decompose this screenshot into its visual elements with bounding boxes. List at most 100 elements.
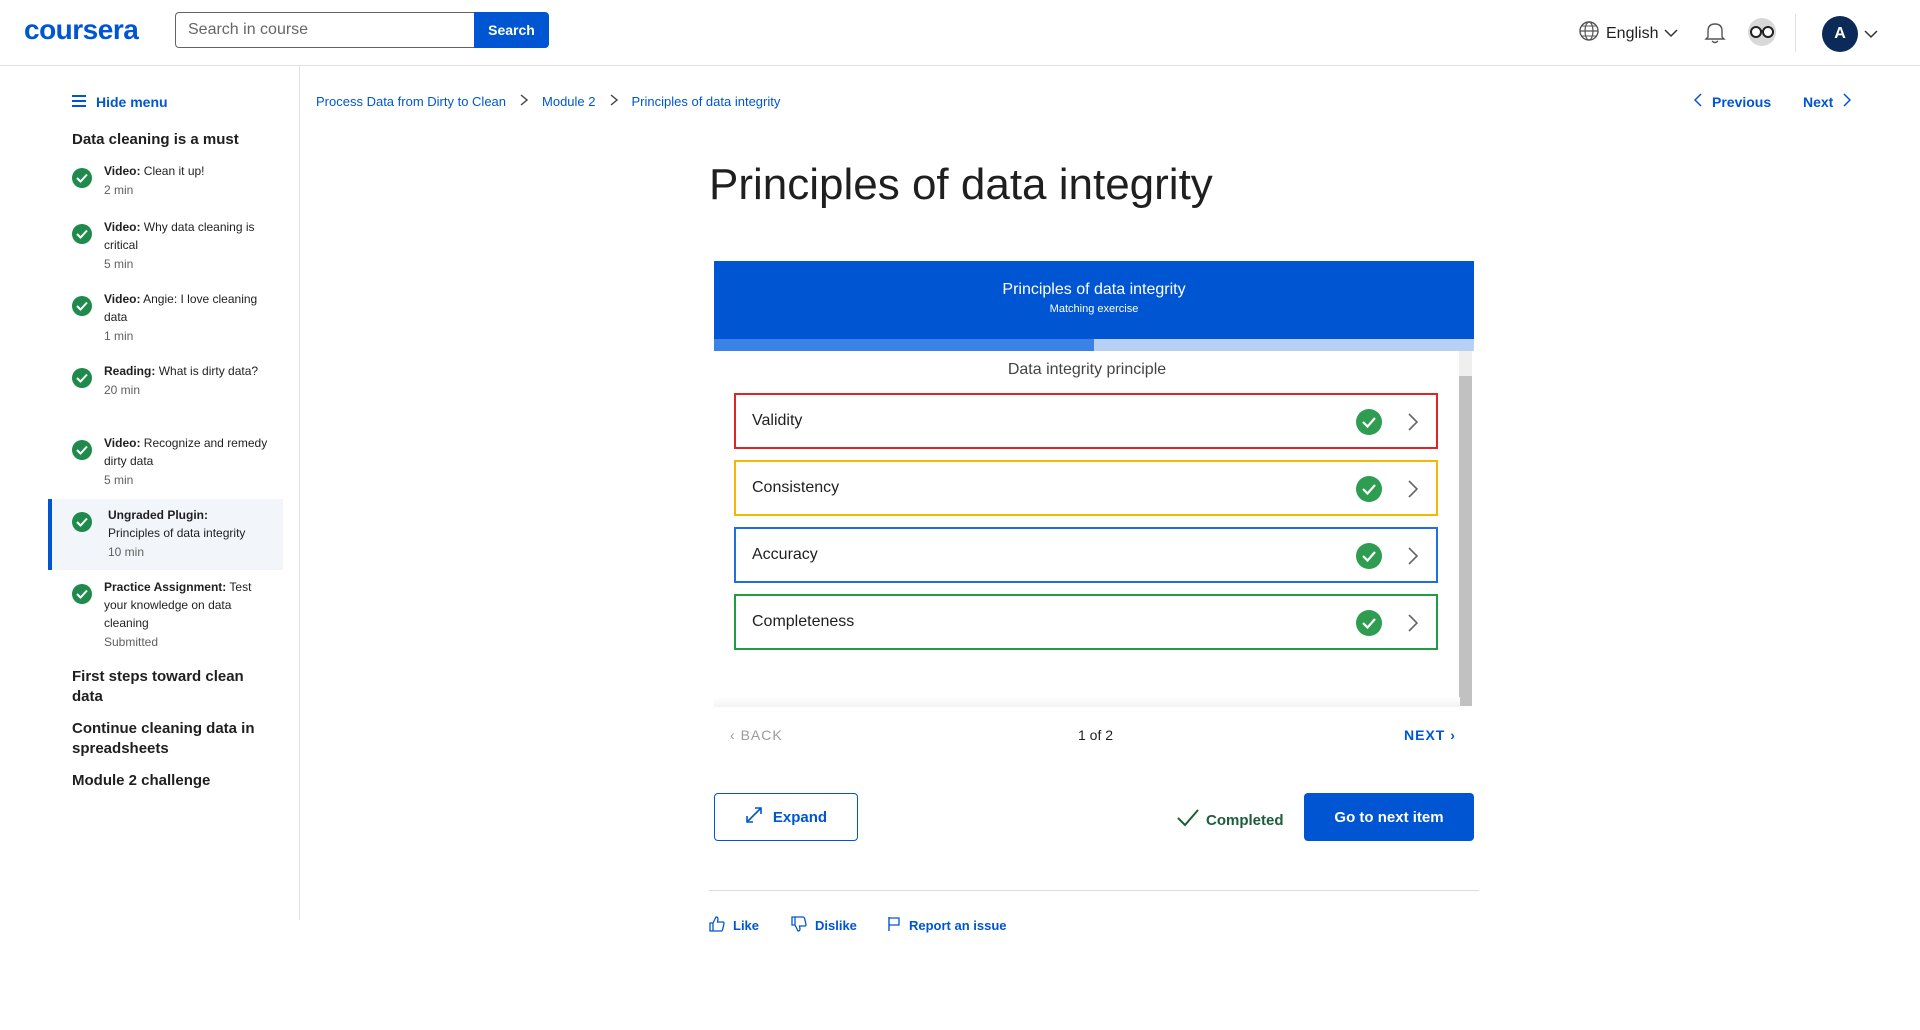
flag-icon [887,916,901,935]
language-selector[interactable]: English [1578,20,1679,47]
search-button[interactable]: Search [474,12,549,48]
check-circle-icon [1356,409,1382,440]
module-section-challenge[interactable]: Module 2 challenge [72,771,272,791]
chevron-right-icon [1408,413,1419,436]
go-to-next-item-button[interactable]: Go to next item [1304,793,1474,841]
item-status: Submitted [104,635,159,649]
chevron-down-icon [1664,25,1679,43]
breadcrumb: Process Data from Dirty to Clean Module … [316,94,780,109]
match-row-consistency[interactable]: Consistency [734,460,1438,516]
thumbs-up-icon [709,916,725,935]
page-counter: 1 of 2 [1078,727,1114,743]
sidebar-item-angie[interactable]: Video: Angie: I love cleaning data 1 min [48,290,283,345]
hide-menu-button[interactable]: Hide menu [72,94,168,110]
previous-button[interactable]: Previous [1693,93,1772,110]
back-label: BACK [740,727,783,743]
row-label: Accuracy [752,546,818,563]
plugin-title: Principles of data integrity [1002,281,1186,298]
column-header: Data integrity principle [1007,361,1167,378]
match-row-validity[interactable]: Validity [734,393,1438,449]
chevron-right-icon [1408,614,1419,637]
sidebar-item-why-data-cleaning[interactable]: Video: Why data cleaning is critical 5 m… [48,218,283,273]
globe-icon [1578,20,1600,47]
item-type: Video: [104,292,141,306]
check-circle-icon [72,440,92,465]
item-type: Video: [104,436,141,450]
item-title: Clean it up! [143,164,205,178]
report-label: Report an issue [909,918,1007,933]
search-input[interactable] [175,12,475,48]
sidebar-item-practice-assignment[interactable]: Practice Assignment: Test your knowledge… [48,578,283,651]
sidebar-item-dirty-data[interactable]: Reading: What is dirty data? 20 min [48,362,283,399]
item-type: Video: [104,220,141,234]
breadcrumb-course[interactable]: Process Data from Dirty to Clean [316,94,506,109]
match-row-accuracy[interactable]: Accuracy [734,527,1438,583]
item-duration: 10 min [108,545,145,559]
dislike-label: Dislike [815,918,857,933]
check-circle-icon [72,168,92,193]
previous-label: Previous [1712,93,1772,110]
module-title[interactable]: Data cleaning is a must [72,130,272,150]
item-type: Video: [104,164,141,178]
plugin-header: Principles of data integrity Matching ex… [714,261,1474,339]
language-label: English [1606,24,1659,42]
completed-label: Completed [1206,811,1284,829]
plugin-progress-bar [714,339,1474,351]
sidebar-item-recognize-remedy[interactable]: Video: Recognize and remedy dirty data 5… [48,434,283,489]
thumbs-down-icon [791,916,807,935]
check-circle-icon [1356,610,1382,641]
plugin-back-button[interactable]: ‹ BACK [730,727,783,743]
next-label: Next [1803,93,1834,110]
check-circle-icon [1356,543,1382,574]
sidebar-item-principles-active[interactable]: Ungraded Plugin: Principles of data integ… [48,499,283,570]
module-section-first-steps[interactable]: First steps toward clean data [72,667,272,707]
scrollbar-thumb[interactable] [1459,376,1472,706]
like-button[interactable]: Like [709,916,759,935]
like-label: Like [733,918,760,933]
row-label: Consistency [752,479,840,496]
scrollbar[interactable] [1459,351,1472,706]
next-label: NEXT [1404,727,1446,743]
item-title: What is dirty data? [158,364,259,378]
report-issue-button[interactable]: Report an issue [887,916,1007,935]
header-divider [1795,14,1796,52]
hamburger-icon [72,94,86,110]
check-circle-icon [72,224,92,249]
checkmark-icon [1176,808,1200,832]
check-circle-icon [72,368,92,393]
module-section-continue-cleaning[interactable]: Continue cleaning data in spreadsheets [72,719,272,759]
top-header: coursera Search English A [0,0,1920,66]
plugin-bottom-edge [714,697,1460,707]
plugin-subtitle: Matching exercise [1049,303,1139,315]
plugin-next-button[interactable]: NEXT › [1404,727,1456,743]
sidebar-item-clean-it-up[interactable]: Video: Clean it up! 2 min [48,162,283,199]
chevron-right-icon [1408,480,1419,503]
progress-fill [714,339,1094,351]
chevron-right-icon [1843,93,1852,110]
chevron-down-icon[interactable] [1864,26,1878,44]
matching-exercise-plugin: Principles of data integrity Matching ex… [714,261,1474,707]
learner-glasses-icon[interactable] [1748,18,1776,46]
bell-icon[interactable] [1704,20,1726,49]
item-duration: 1 min [104,329,134,343]
chevron-right-icon [520,94,529,109]
divider [709,890,1479,891]
row-label: Completeness [752,613,855,630]
item-type: Reading: [104,364,156,378]
item-duration: 5 min [104,257,134,271]
match-row-completeness[interactable]: Completeness [734,594,1438,650]
breadcrumb-module[interactable]: Module 2 [542,94,595,109]
coursera-logo[interactable]: coursera [24,14,139,46]
item-duration: 2 min [104,183,134,197]
expand-button[interactable]: Expand [714,793,858,841]
hide-menu-label: Hide menu [96,94,168,110]
chevron-right-icon [610,94,618,109]
item-title: Principles of data integrity [108,526,246,540]
check-circle-icon [1356,476,1382,507]
avatar[interactable]: A [1822,16,1858,52]
expand-icon [745,806,763,828]
next-button[interactable]: Next [1803,93,1852,110]
expand-label: Expand [772,808,828,826]
breadcrumb-current[interactable]: Principles of data integrity [632,94,781,109]
dislike-button[interactable]: Dislike [791,916,857,935]
